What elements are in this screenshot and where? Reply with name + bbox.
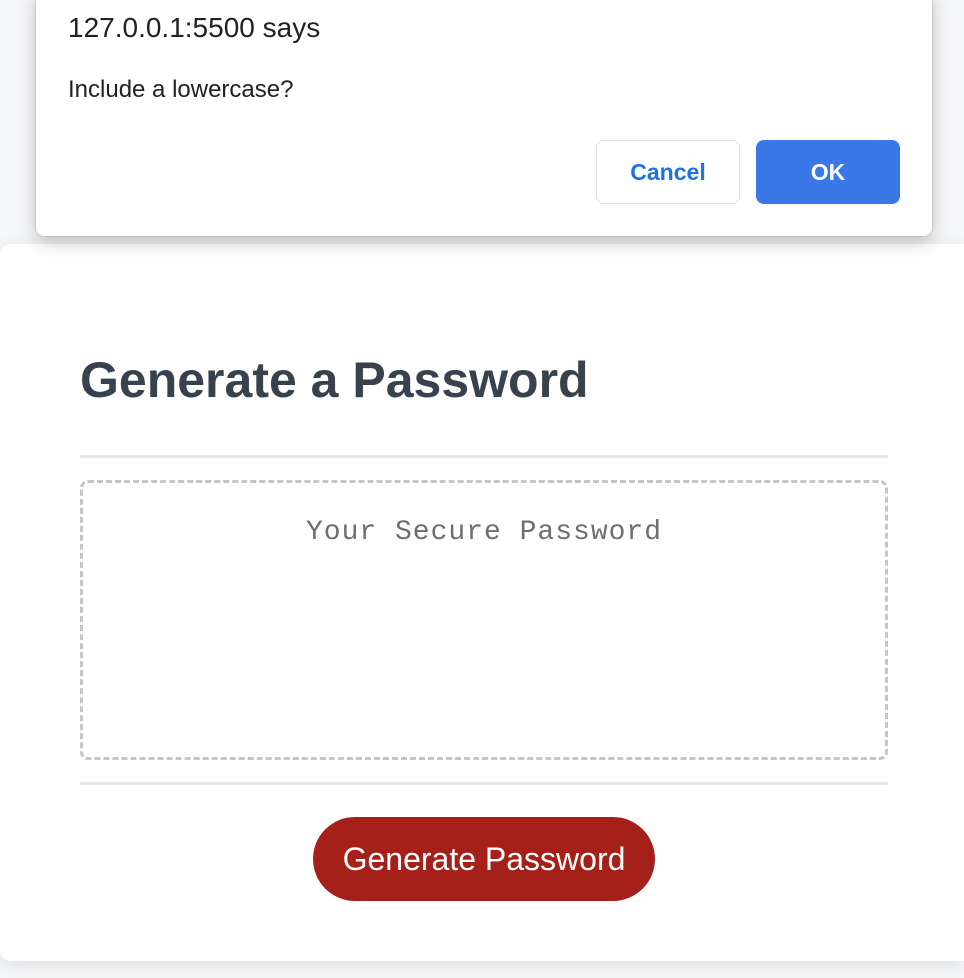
page-title: Generate a Password: [80, 352, 589, 408]
dialog-message: Include a lowercase?: [68, 76, 294, 103]
cancel-button[interactable]: Cancel: [596, 140, 740, 204]
alert-dialog: 127.0.0.1:5500 says Include a lowercase?…: [36, 0, 932, 236]
password-output[interactable]: [80, 480, 888, 760]
top-divider: [80, 455, 888, 458]
ok-button[interactable]: OK: [756, 140, 900, 204]
password-generator-card: Generate a Password Generate Password: [0, 244, 964, 961]
bottom-divider: [80, 782, 888, 785]
generate-password-button[interactable]: Generate Password: [313, 817, 655, 901]
dialog-origin: 127.0.0.1:5500 says: [68, 12, 321, 43]
